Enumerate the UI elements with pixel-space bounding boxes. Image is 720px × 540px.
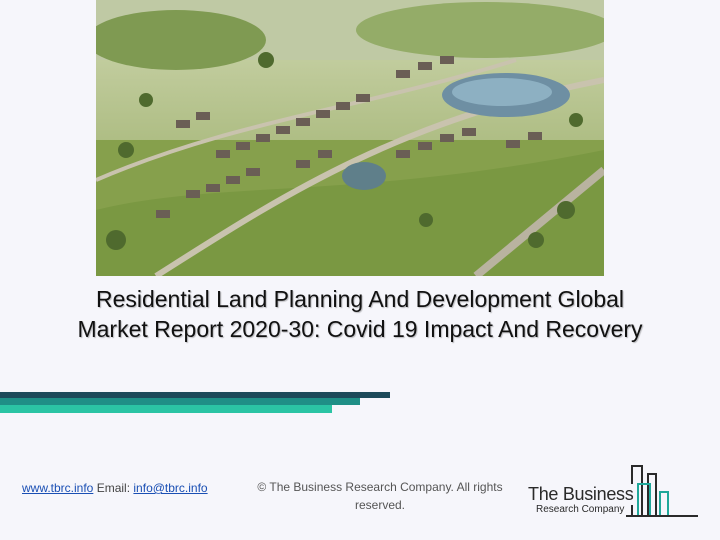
page-title: Residential Land Planning And Developmen… bbox=[0, 284, 720, 344]
title-line-2: Market Report 2020-30: Covid 19 Impact A… bbox=[77, 316, 643, 342]
email-link[interactable]: info@tbrc.info bbox=[133, 481, 207, 495]
title-line-1: Residential Land Planning And Developmen… bbox=[95, 286, 625, 312]
accent-bar-mid bbox=[0, 398, 360, 405]
copyright-notice: © The Business Research Company. All rig… bbox=[257, 480, 503, 512]
logo-name: The Business bbox=[528, 484, 636, 505]
logo-subtitle: Research Company bbox=[536, 504, 625, 515]
accent-bar-light bbox=[0, 405, 332, 413]
development-aerial-illustration bbox=[96, 0, 604, 276]
hero-image bbox=[96, 0, 604, 276]
company-logo: The Business Research Company bbox=[528, 462, 698, 518]
contact-info: www.tbrc.info Email: info@tbrc.info bbox=[22, 481, 208, 495]
email-label: Email: bbox=[96, 481, 131, 495]
website-link[interactable]: www.tbrc.info bbox=[22, 481, 93, 495]
